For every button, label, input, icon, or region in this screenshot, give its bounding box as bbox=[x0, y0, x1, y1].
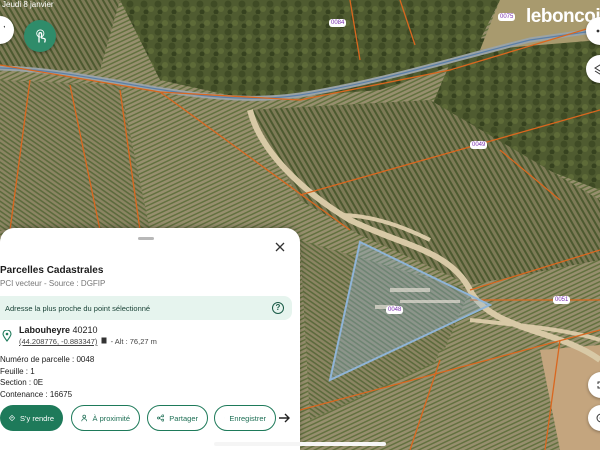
directions-button[interactable]: S'y rendre bbox=[0, 405, 63, 431]
chevron-left-icon bbox=[3, 25, 5, 29]
help-icon[interactable]: ? bbox=[272, 302, 284, 314]
touch-tool-button[interactable] bbox=[24, 20, 56, 52]
share-button[interactable]: Partager bbox=[147, 405, 208, 431]
city-name: Labouheyre bbox=[19, 325, 71, 335]
drag-handle[interactable] bbox=[138, 237, 154, 240]
coordinates-link[interactable]: (44.208776, -0.883347) bbox=[19, 337, 97, 346]
target-icon bbox=[596, 413, 600, 423]
arrow-right-icon bbox=[279, 413, 290, 423]
copy-icon[interactable] bbox=[101, 337, 108, 345]
parcel-label[interactable]: 0049 bbox=[470, 141, 488, 149]
close-button[interactable] bbox=[272, 239, 288, 255]
status-bar-date: Jeudi 8 janvier bbox=[2, 0, 54, 9]
action-bar: S'y rendre À proximité Partager Enregist… bbox=[0, 405, 300, 431]
close-icon bbox=[275, 242, 285, 252]
directions-label: S'y rendre bbox=[20, 413, 54, 423]
layers-icon bbox=[594, 64, 600, 75]
postcode: 40210 bbox=[72, 325, 98, 335]
parcel-sheet: Feuille : 1 bbox=[0, 366, 35, 376]
location-coords: (44.208776, -0.883347) - Alt : 76,27 m bbox=[19, 337, 157, 346]
nearby-label: À proximité bbox=[92, 413, 130, 423]
parcel-details: Numéro de parcelle : 0048 Feuille : 1 Se… bbox=[0, 354, 94, 400]
expand-icon bbox=[597, 381, 600, 389]
location-row: Labouheyre 40210 (44.208776, -0.883347) … bbox=[0, 325, 290, 347]
panel-subtitle: PCI vecteur - Source : DGFIP bbox=[0, 279, 106, 288]
nearest-address-banner[interactable]: Adresse la plus proche du point sélectio… bbox=[0, 296, 292, 320]
altitude: - Alt : 76,27 m bbox=[110, 337, 157, 346]
share-icon bbox=[157, 414, 165, 422]
touch-tool-icon bbox=[36, 29, 46, 43]
share-label: Partager bbox=[169, 413, 198, 423]
nearby-button[interactable]: À proximité bbox=[71, 405, 140, 431]
location-city: Labouheyre 40210 bbox=[19, 325, 98, 335]
panel-title: Parcelles Cadastrales bbox=[0, 265, 104, 276]
parcel-label[interactable]: 0051 bbox=[553, 296, 571, 304]
more-actions-button[interactable] bbox=[276, 410, 292, 426]
home-indicator[interactable] bbox=[214, 442, 386, 446]
directions-icon bbox=[9, 414, 16, 422]
banner-text: Adresse la plus proche du point sélectio… bbox=[5, 303, 151, 313]
parcel-number: Numéro de parcelle : 0048 bbox=[0, 355, 95, 364]
parcel-info-panel: Parcelles Cadastrales PCI vecteur - Sour… bbox=[0, 228, 300, 450]
parcel-label[interactable]: 0075 bbox=[498, 13, 516, 21]
parcel-area: Contenance : 16675 bbox=[0, 389, 73, 399]
parcel-section: Section : 0E bbox=[0, 378, 44, 387]
save-label: Enregistrer bbox=[229, 413, 266, 423]
menu-icon bbox=[596, 29, 600, 33]
person-icon bbox=[81, 414, 88, 422]
parcel-label[interactable]: 0084 bbox=[329, 19, 347, 27]
parcel-label[interactable]: 0048 bbox=[386, 306, 404, 314]
location-pin-icon bbox=[2, 330, 12, 342]
save-button[interactable]: Enregistrer bbox=[214, 405, 276, 431]
